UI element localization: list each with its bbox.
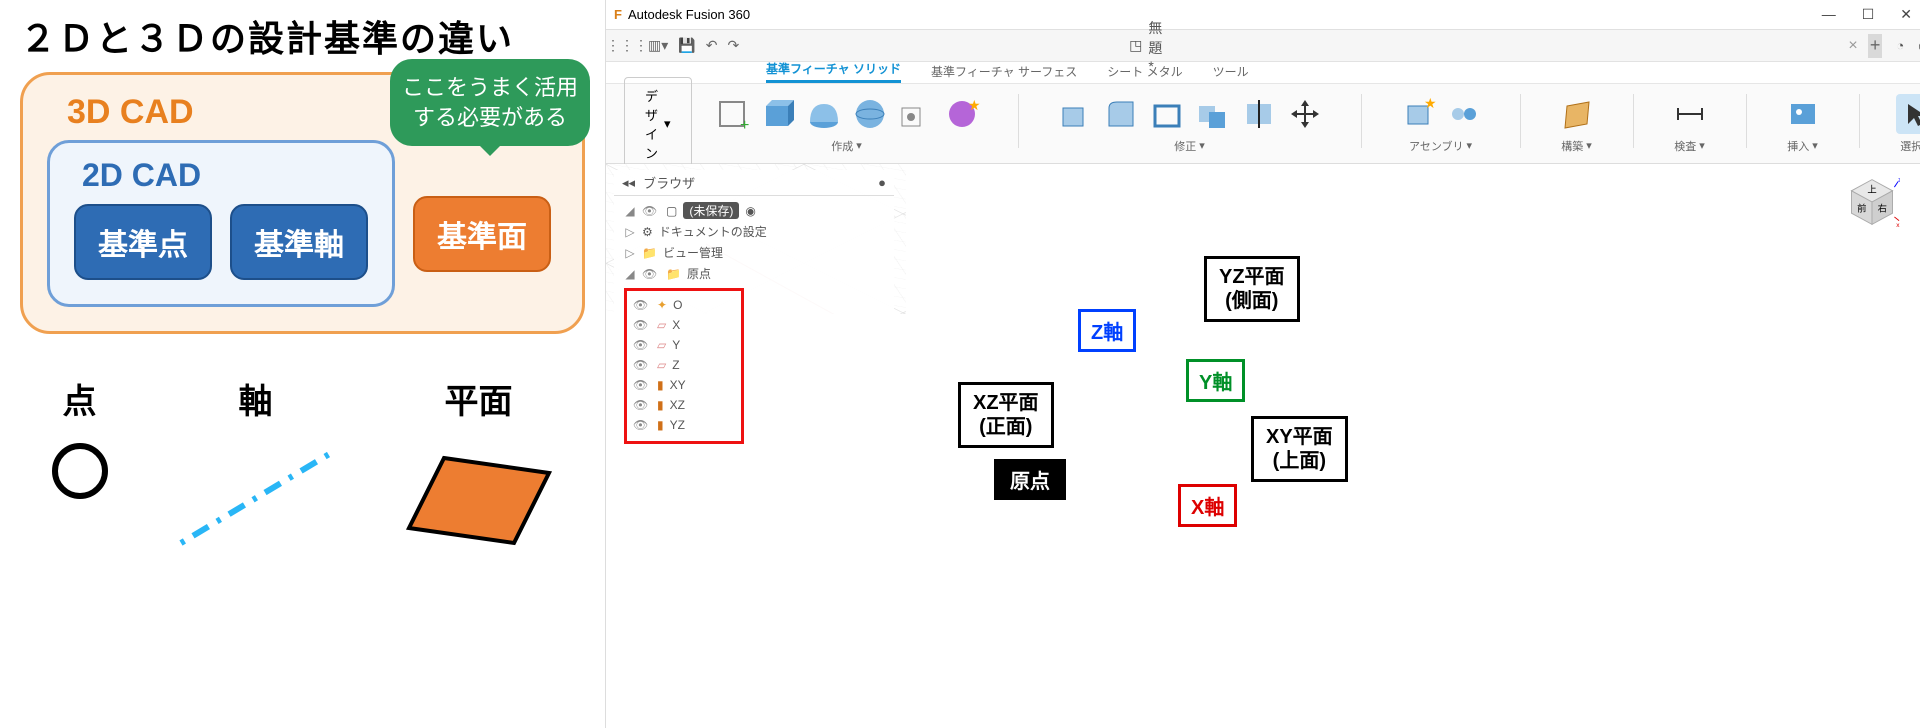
fillet-icon[interactable]: [1101, 94, 1141, 134]
pushpull-icon[interactable]: [1055, 94, 1095, 134]
label-xy-plane: XY平面(上面): [1251, 416, 1348, 482]
ribbon: デザイン▾ + ★ 作成 ▾: [606, 84, 1920, 164]
tree-origin-folder[interactable]: ◢👁📁原点: [624, 263, 888, 284]
cad2d-box: 2D CAD 基準点 基準軸: [47, 140, 395, 307]
redo-icon[interactable]: ↷: [727, 35, 739, 57]
tab-surface[interactable]: 基準フィーチャ サーフェス: [931, 63, 1077, 83]
origin-item-xy[interactable]: 👁▮XY: [633, 375, 735, 395]
origin-item-z[interactable]: 👁▱Z: [633, 355, 735, 375]
app-title: Autodesk Fusion 360: [628, 7, 750, 22]
joint-icon[interactable]: [1444, 94, 1484, 134]
apps-icon[interactable]: ⋮⋮⋮: [616, 35, 638, 57]
chevron-down-icon: ▾: [664, 116, 671, 132]
quick-access-toolbar: ⋮⋮⋮ ▥▾ 💾 ↶ ↷ ◳ 無題* × + ◔ ◷ 👤 Teruki Obar…: [606, 30, 1920, 62]
label-y-axis: Y軸: [1186, 359, 1245, 402]
fusion-window: F Autodesk Fusion 360 — ☐ ✕ ⋮⋮⋮ ▥▾ 💾 ↶ ↷…: [605, 0, 1920, 728]
sketch-icon[interactable]: +: [712, 94, 752, 134]
ribbon-group-select: 選択 ▾: [1896, 94, 1920, 154]
point-icon: [52, 443, 108, 499]
svg-text:+: +: [740, 117, 749, 132]
callout-bubble: ここをうまく活用する必要がある: [390, 59, 590, 146]
plane-icon-tool[interactable]: [1557, 94, 1597, 134]
tree-view-mgmt[interactable]: ▷📁ビュー管理: [624, 242, 888, 263]
tab-tool[interactable]: ツール: [1213, 63, 1249, 83]
maximize-button[interactable]: ☐: [1862, 6, 1875, 23]
legend-row: 点 軸 平面: [20, 374, 585, 562]
svg-text:前: 前: [1857, 202, 1866, 213]
svg-text:x: x: [1896, 222, 1900, 229]
label-origin: 原点: [994, 459, 1066, 500]
close-button[interactable]: ✕: [1900, 6, 1912, 23]
measure-icon[interactable]: [1670, 94, 1710, 134]
origin-item-xz[interactable]: 👁▮XZ: [633, 395, 735, 415]
origin-highlight-box: 👁✦O 👁▱X 👁▱Y 👁▱Z 👁▮XY 👁▮XZ 👁▮YZ: [624, 288, 744, 444]
label-xz-plane: XZ平面(正面): [958, 382, 1054, 448]
file-icon[interactable]: ▥▾: [648, 35, 668, 57]
save-icon[interactable]: 💾: [678, 35, 695, 57]
svg-text:z: z: [1898, 176, 1900, 183]
doc-cube-icon: ◳: [1129, 37, 1142, 54]
tab-sheetmetal[interactable]: シート メタル: [1107, 63, 1182, 83]
ribbon-group-insert: 挿入 ▾: [1783, 94, 1823, 154]
origin-item-x[interactable]: 👁▱X: [633, 315, 735, 335]
plane-icon: [404, 443, 554, 562]
ribbon-group-modify: 修正 ▾: [1055, 94, 1325, 154]
tree-root[interactable]: ◢👁▢ (未保存) ◉: [624, 200, 888, 221]
browser-panel: ◂◂ ブラウザ ● ◢👁▢ (未保存) ◉ ▷⚙ドキュメントの設定 ▷📁ビュー管…: [614, 170, 894, 450]
tree-doc-settings[interactable]: ▷⚙ドキュメントの設定: [624, 221, 888, 242]
svg-text:★: ★: [968, 97, 980, 113]
svg-text:★: ★: [1424, 96, 1436, 111]
cad3d-box: ここをうまく活用する必要がある 3D CAD 2D CAD 基準点 基準軸 基準…: [20, 72, 585, 334]
axis-icon: [171, 443, 341, 553]
move-icon[interactable]: [1285, 94, 1325, 134]
viewcube[interactable]: 上 前 右 z x: [1844, 174, 1900, 230]
form-icon[interactable]: ★: [942, 94, 982, 134]
browser-collapse-icon[interactable]: ◂◂: [622, 175, 635, 191]
ribbon-group-construct: 構築 ▾: [1557, 94, 1597, 154]
new-tab-button[interactable]: +: [1868, 34, 1883, 58]
svg-text:上: 上: [1867, 185, 1876, 195]
extensions-icon[interactable]: ◔: [1896, 38, 1904, 53]
cad2d-label: 2D CAD: [82, 157, 368, 194]
svg-text:右: 右: [1878, 202, 1887, 213]
legend-plane-label: 平面: [445, 374, 513, 423]
split-icon[interactable]: [1239, 94, 1279, 134]
origin-item-y[interactable]: 👁▱Y: [633, 335, 735, 355]
insert-icon[interactable]: [1783, 94, 1823, 134]
main-title: ２Ｄと３Ｄの設計基準の違い: [20, 10, 585, 62]
hole-icon[interactable]: [896, 94, 936, 134]
left-info-panel: ２Ｄと３Ｄの設計基準の違い ここをうまく活用する必要がある 3D CAD 2D …: [0, 0, 605, 728]
combine-icon[interactable]: [1193, 94, 1233, 134]
ribbon-group-assembly: ★ アセンブリ ▾: [1398, 94, 1484, 154]
browser-pin-icon[interactable]: ●: [878, 175, 886, 190]
label-yz-plane: YZ平面(側面): [1204, 256, 1300, 322]
pill-datum-axis: 基準軸: [230, 204, 368, 280]
ribbon-group-inspect: 検査 ▾: [1670, 94, 1710, 154]
workspace-tabs: 基準フィーチャ ソリッド 基準フィーチャ サーフェス シート メタル ツール: [606, 62, 1920, 84]
pill-datum-plane: 基準面: [413, 196, 551, 272]
browser-title: ブラウザ: [643, 173, 695, 192]
revolve-icon[interactable]: [804, 94, 844, 134]
shell-icon[interactable]: [1147, 94, 1187, 134]
tab-close-icon[interactable]: ×: [1848, 37, 1857, 55]
tab-solid[interactable]: 基準フィーチャ ソリッド: [766, 60, 901, 83]
pill-datum-point: 基準点: [74, 204, 212, 280]
origin-item-yz[interactable]: 👁▮YZ: [633, 415, 735, 435]
undo-icon[interactable]: ↶: [706, 35, 718, 57]
fusion-logo-icon: F: [614, 7, 622, 22]
canvas-viewport[interactable]: ◂◂ ブラウザ ● ◢👁▢ (未保存) ◉ ▷⚙ドキュメントの設定 ▷📁ビュー管…: [606, 164, 1920, 728]
label-z-axis: Z軸: [1078, 309, 1136, 352]
select-icon[interactable]: [1896, 94, 1920, 134]
ribbon-group-create: + ★ 作成 ▾: [712, 94, 982, 154]
box-icon[interactable]: [758, 94, 798, 134]
sphere-icon[interactable]: [850, 94, 890, 134]
label-x-axis: X軸: [1178, 484, 1237, 527]
origin-item-o[interactable]: 👁✦O: [633, 295, 735, 315]
workspace-switcher[interactable]: デザイン▾: [624, 77, 692, 171]
legend-point-label: 点: [63, 374, 97, 423]
legend-axis-label: 軸: [239, 374, 273, 423]
component-icon[interactable]: ★: [1398, 94, 1438, 134]
